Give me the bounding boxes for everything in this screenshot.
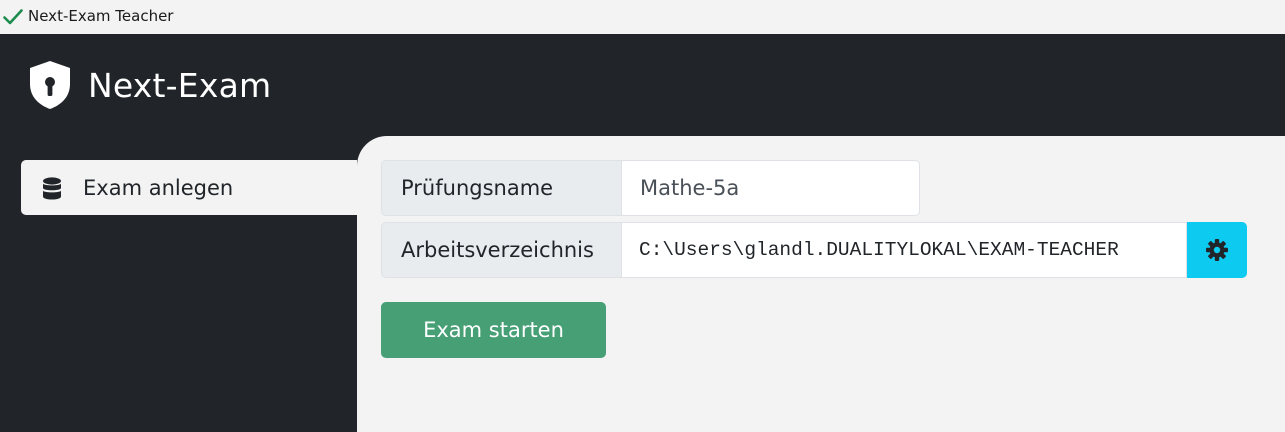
- workdir-input[interactable]: C:\Users\glandl.DUALITYLOKAL\EXAM-TEACHE…: [621, 222, 1187, 278]
- checkmark-icon: [3, 9, 23, 25]
- gear-icon: [1206, 239, 1228, 261]
- workdir-settings-button[interactable]: [1187, 222, 1247, 278]
- start-exam-button[interactable]: Exam starten: [381, 302, 606, 358]
- workdir-label: Arbeitsverzeichnis: [381, 222, 621, 278]
- window-titlebar: Next-Exam Teacher: [0, 0, 1285, 34]
- exam-name-input[interactable]: Mathe-5a: [621, 160, 920, 216]
- exam-name-group: Prüfungsname Mathe-5a: [381, 160, 920, 216]
- sidebar-item-label: Exam anlegen: [83, 176, 234, 200]
- exam-name-label: Prüfungsname: [381, 160, 621, 216]
- database-icon: [43, 177, 61, 200]
- window-title: Next-Exam Teacher: [28, 7, 174, 25]
- shield-lock-icon: [30, 61, 70, 109]
- app-brand: Next-Exam: [88, 66, 272, 105]
- workdir-group: Arbeitsverzeichnis C:\Users\glandl.DUALI…: [381, 222, 1247, 278]
- sidebar-item-exam-anlegen[interactable]: Exam anlegen: [21, 160, 357, 215]
